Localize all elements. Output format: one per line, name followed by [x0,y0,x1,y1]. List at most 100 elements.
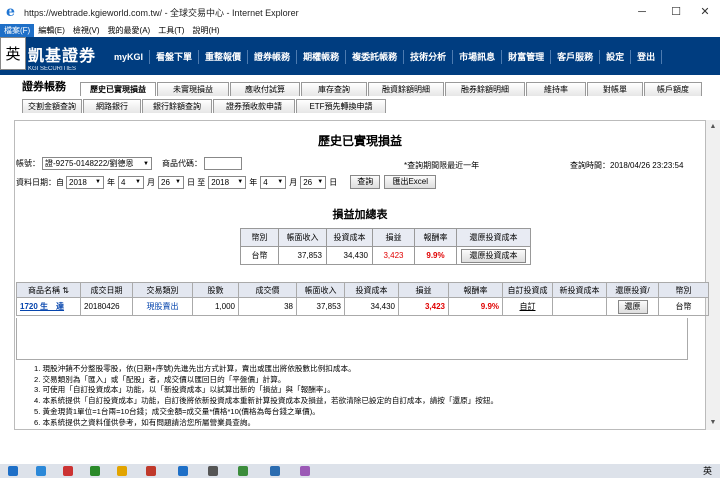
col-new-cost: 新投資成本 [552,282,607,298]
detail-header-row: 商品名稱 ⇅ 成交日期 交易類別 股數 成交價 帳面收入 投資成本 損益 報酬率… [16,282,709,298]
nav-customer-service[interactable]: 客戶服務 [551,50,601,64]
nav-mykgi[interactable]: myKGI [108,50,151,64]
code-input[interactable] [204,157,242,170]
tab-unrealized-pnl[interactable]: 未實現損益 [157,82,229,96]
summary-col-restore: 還原投資成本 [456,228,531,247]
nav-logout[interactable]: 登出 [631,50,663,64]
nav-market-news[interactable]: 市場訊息 [453,50,503,64]
menu-file[interactable]: 檔案(F) [0,24,35,37]
note-item: 2. 交易類別為「匯入」或「配股」者，成交價以匯回日的「平盤價」計算。 [34,374,286,384]
close-button[interactable]: ✕ [690,0,720,24]
tab-margin-detail[interactable]: 融資餘額明細 [368,82,444,96]
from-day-select[interactable]: 26 [158,175,184,189]
kgi-logo[interactable]: 凱基證券 KGI SECURITIES [28,42,100,72]
tab-account-limit[interactable]: 帳戶額度 [644,82,702,96]
nav-refresh-quote[interactable]: 重整報價 [199,50,249,64]
start-icon[interactable] [8,466,18,476]
ie-icon: e [6,4,15,20]
detail-table-empty-area [16,318,688,360]
page-header: 證券帳務 [22,81,66,93]
col-rate: 報酬率 [448,282,503,298]
trade-type: 現股賣出 [132,297,193,316]
product-link[interactable]: 1720 生 達 [16,297,81,316]
minimize-button[interactable]: ─ [627,0,657,24]
nav-settings[interactable]: 設定 [600,50,632,64]
to-day-select[interactable]: 26 [300,175,327,189]
col-pnl: 損益 [398,282,449,298]
tab-netbank[interactable]: 網路銀行 [83,99,141,113]
tab-inventory[interactable]: 庫存查詢 [301,82,367,96]
maximize-button[interactable]: ☐ [661,0,691,24]
nav-subbrokerage[interactable]: 複委託帳務 [346,50,405,64]
tab-realized-pnl[interactable]: 歷史已實現損益 [80,82,156,96]
top-nav: myKGI 看盤下單 重整報價 證券帳務 期權帳務 複委託帳務 技術分析 市場訊… [108,50,663,64]
menu-edit[interactable]: 編輯(E) [34,24,69,37]
tab-bank-balance[interactable]: 銀行餘額查詢 [142,99,212,113]
account-label: 帳號： [16,159,40,168]
to-month-select[interactable]: 4 [260,175,287,189]
tab-receivable[interactable]: 應收付試算 [230,82,300,96]
app-icon[interactable] [300,466,310,476]
restore-cell: 還原 [606,297,659,316]
app-icon[interactable] [146,466,156,476]
note-item: 6. 本系統提供之資料僅供參考，如有問題請洽您所屬營業員查詢。 [34,417,256,427]
sort-icon[interactable]: ⇅ [62,286,69,295]
nav-quote-order[interactable]: 看盤下單 [150,50,200,64]
summary-header-row: 幣別 帳面收入 投資成本 損益 報酬率 還原投資成本 [240,228,531,247]
scroll-down-icon[interactable]: ▼ [706,416,720,430]
summary-col-currency: 幣別 [240,228,279,247]
app-icon[interactable] [63,466,73,476]
nav-wealth[interactable]: 財富管理 [502,50,552,64]
tab-row-2: 交割金額查詢 網路銀行 銀行餘額查詢 證券預收款申請 ETF預先轉換申請 [22,97,387,113]
app-icon[interactable] [90,466,100,476]
notes: 1. 現股沖銷不分整股零股，依(日期+序號)先進先出方式計算，賣出或匯出將依股數… [34,364,498,428]
detail-table: 商品名稱 ⇅ 成交日期 交易類別 股數 成交價 帳面收入 投資成本 損益 報酬率… [16,282,709,316]
from-year-select[interactable]: 2018 [66,175,104,189]
query-time-label: 查詢時間： [570,161,610,170]
vertical-scrollbar[interactable]: ▲ ▼ [706,120,720,430]
query-button[interactable]: 查詢 [350,175,381,189]
browser-menubar: 檔案(F) 編輯(E) 檢視(V) 我的最愛(A) 工具(T) 說明(H) [0,24,720,37]
query-time-row: 查詢時間： 2018/04/26 23:23:54 [570,160,683,171]
summary-row: 台幣 37,853 34,430 3,423 9.9% 還原投資成本 [240,246,531,265]
table-row: 1720 生 達 20180426 現股賣出 1,000 38 37,853 3… [16,297,709,316]
summary-col-pnl: 損益 [372,228,415,247]
ime-indicator[interactable]: 英 [0,37,26,70]
tab-short-detail[interactable]: 融券餘額明細 [445,82,525,96]
nav-tech-analysis[interactable]: 技術分析 [404,50,454,64]
menu-tools[interactable]: 工具(T) [154,24,188,37]
tab-settlement[interactable]: 交割金額查詢 [22,99,82,113]
menu-view[interactable]: 檢視(V) [69,24,104,37]
new-cost [552,297,607,316]
tab-prepayment[interactable]: 證券預收款申請 [213,99,295,113]
custom-cost-link[interactable]: 自訂 [502,297,553,316]
summary-col-cost: 投資成本 [326,228,373,247]
window-title: https://webtrade.kgieworld.com.tw/ - 全球交… [24,7,299,18]
menu-favorites[interactable]: 我的最愛(A) [104,24,155,37]
app-icon[interactable] [36,466,46,476]
tab-maintenance[interactable]: 維持率 [526,82,586,96]
taskbar-ime[interactable]: 英 [703,464,712,478]
app-icon[interactable] [117,466,127,476]
app-icon[interactable] [270,466,280,476]
ie-taskbar-icon[interactable] [178,466,188,476]
col-product[interactable]: 商品名稱 ⇅ [16,282,81,298]
app-icon[interactable] [238,466,248,476]
month-unit: 月 [147,177,155,187]
tab-statement[interactable]: 對帳單 [587,82,643,96]
account-select[interactable]: 證-9275-0148222/劉德恩 [42,157,152,170]
summary-restore-cell: 還原投資成本 [456,246,531,265]
note-item: 5. 黃金現貨1單位=1台兩=10台錢；成交金額=成交量*價格*10(價格為每台… [34,406,320,416]
menu-help[interactable]: 說明(H) [188,24,223,37]
restore-all-cost-button[interactable]: 還原投資成本 [461,248,526,263]
nav-futures-account[interactable]: 期權帳務 [297,50,347,64]
to-year-select[interactable]: 2018 [208,175,247,189]
app-icon[interactable] [208,466,218,476]
query-time: 2018/04/26 23:23:54 [610,161,684,170]
tab-etf-conversion[interactable]: ETF預先轉換申請 [296,99,386,113]
from-month-select[interactable]: 4 [118,175,144,189]
nav-securities-account[interactable]: 證券帳務 [248,50,298,64]
restore-button[interactable]: 還原 [617,299,648,314]
export-excel-button[interactable]: 匯出Excel [384,175,437,189]
currency: 台幣 [658,297,709,316]
